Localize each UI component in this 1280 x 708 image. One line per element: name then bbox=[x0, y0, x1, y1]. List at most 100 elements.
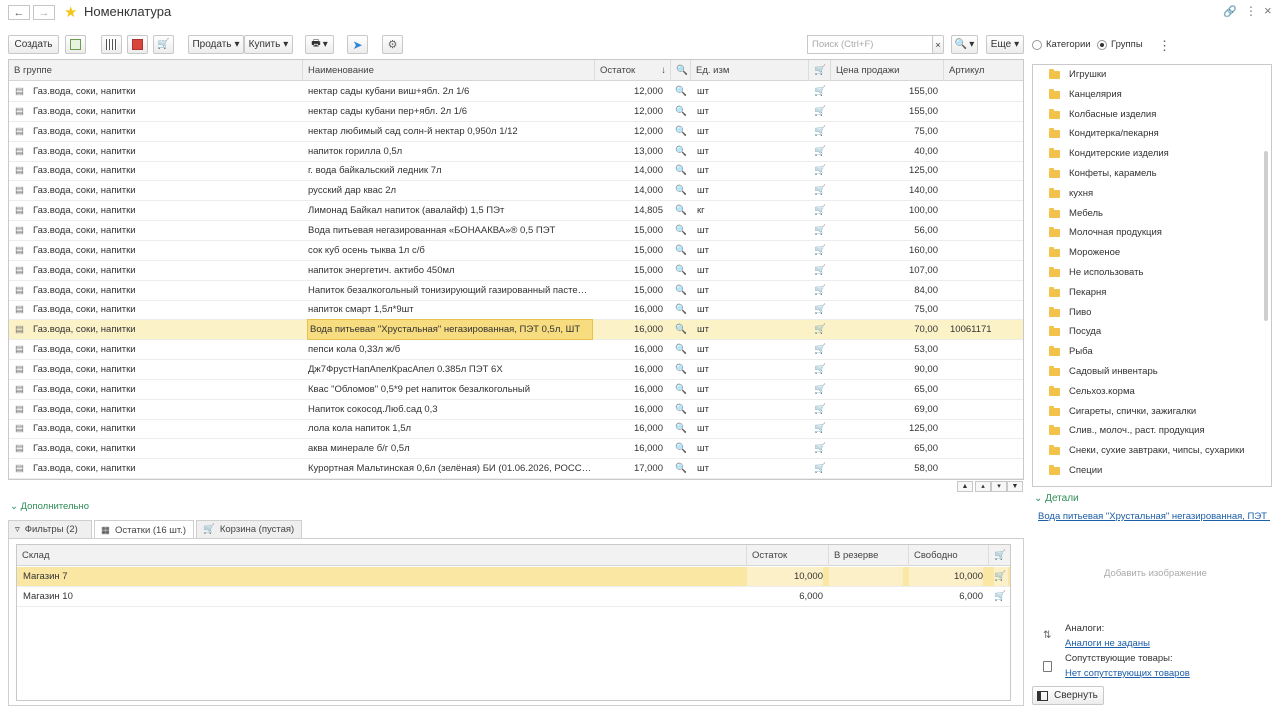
cart-icon[interactable]: 🛒 bbox=[814, 261, 828, 280]
column-header-unit[interactable]: Ед. изм bbox=[691, 60, 809, 81]
cart-icon[interactable]: 🛒 bbox=[814, 122, 828, 141]
tree-item[interactable]: Рыба bbox=[1033, 342, 1265, 362]
column-header-free[interactable]: Свободно bbox=[909, 545, 989, 566]
forward-button[interactable]: → bbox=[33, 5, 55, 20]
tree-item[interactable]: Конфеты, карамель bbox=[1033, 164, 1265, 184]
tree-item[interactable]: Посуда bbox=[1033, 322, 1265, 342]
cart-icon[interactable]: 🛒 bbox=[814, 459, 828, 478]
search-icon[interactable]: 🔍 bbox=[675, 380, 687, 399]
cart-icon[interactable]: 🛒 bbox=[814, 161, 828, 180]
search-icon[interactable]: 🔍 bbox=[675, 181, 687, 200]
table-row[interactable]: ▤ Газ.вода, соки, напитки нектар сады куба… bbox=[9, 82, 1023, 102]
categories-radio[interactable] bbox=[1032, 40, 1042, 50]
cart-icon[interactable]: 🛒 bbox=[814, 400, 828, 419]
column-header-article[interactable]: Артикул bbox=[944, 60, 1023, 81]
cart-icon[interactable]: 🛒 bbox=[814, 439, 828, 458]
search-icon[interactable]: 🔍 bbox=[675, 320, 687, 339]
column-header-cart[interactable]: 🛒 bbox=[989, 545, 1010, 566]
search-icon[interactable]: 🔍 bbox=[675, 281, 687, 300]
scroll-top-button[interactable]: ▲ bbox=[957, 481, 973, 492]
table-row[interactable]: ▤ Газ.вода, соки, напитки Вода питьевая не… bbox=[9, 221, 1023, 241]
tree-item[interactable]: Колбасные изделия bbox=[1033, 105, 1265, 125]
search-icon[interactable]: 🔍 bbox=[675, 122, 687, 141]
tree-item[interactable]: Слив., молоч., раст. продукция bbox=[1033, 421, 1265, 441]
column-header-stock[interactable]: Остаток bbox=[747, 545, 829, 566]
link-icon[interactable]: 🔗 bbox=[1223, 5, 1237, 18]
more-vert-icon[interactable]: ⋮ bbox=[1158, 38, 1171, 54]
cart-icon[interactable]: 🛒 bbox=[994, 587, 1008, 606]
search-icon[interactable]: 🔍 bbox=[675, 439, 687, 458]
tree-item[interactable]: Пиво bbox=[1033, 303, 1265, 323]
table-row[interactable]: ▤ Газ.вода, соки, напитки пепси кола 0,33л… bbox=[9, 340, 1023, 361]
details-section-toggle[interactable]: ⌄ Детали bbox=[1034, 493, 1079, 504]
table-row[interactable]: ▤ Газ.вода, соки, напитки сок куб осень ты… bbox=[9, 241, 1023, 261]
table-row[interactable]: ▤ Газ.вода, соки, напитки г. вода байкальс… bbox=[9, 161, 1023, 182]
cart-icon[interactable]: 🛒 bbox=[994, 567, 1008, 586]
table-row[interactable]: ▤ Газ.вода, соки, напитки напиток горилла … bbox=[9, 142, 1023, 162]
cart-icon[interactable]: 🛒 bbox=[814, 181, 828, 200]
tree-item[interactable]: Кондитерка/пекарня bbox=[1033, 124, 1265, 144]
table-row[interactable]: ▤ Газ.вода, соки, напитки напиток энергети… bbox=[9, 261, 1023, 281]
print-dropdown[interactable]: 🖶 ▾ bbox=[305, 35, 334, 54]
cart-icon[interactable]: 🛒 bbox=[814, 142, 828, 161]
search-icon[interactable]: 🔍 bbox=[675, 360, 687, 379]
tree-item[interactable]: Канцелярия bbox=[1033, 85, 1265, 105]
table-row[interactable]: ▤ Газ.вода, соки, напитки русский дар квас… bbox=[9, 181, 1023, 202]
cart-icon[interactable]: 🛒 bbox=[814, 221, 828, 240]
create-button[interactable]: Создать bbox=[8, 35, 59, 54]
tab-filters[interactable]: ▿ Фильтры (2) bbox=[8, 520, 92, 538]
tree-item[interactable]: Мебель bbox=[1033, 204, 1265, 224]
details-product-link[interactable]: Вода питьевая "Хрустальная" негазированн… bbox=[1038, 511, 1270, 522]
table-row[interactable]: ▤ Газ.вода, соки, напитки лола кола напито… bbox=[9, 419, 1023, 440]
tree-item[interactable]: Мороженое bbox=[1033, 243, 1265, 263]
search-button[interactable]: 🔍 ▾ bbox=[951, 35, 978, 54]
settings-button[interactable]: ⚙ bbox=[382, 35, 403, 54]
additional-section-toggle[interactable]: ⌄ Дополнительно bbox=[10, 501, 89, 512]
column-header-group[interactable]: В группе bbox=[9, 60, 303, 81]
analogs-link[interactable]: Аналоги не заданы bbox=[1065, 638, 1150, 649]
cart-icon[interactable]: 🛒 bbox=[814, 82, 828, 101]
search-icon[interactable]: 🔍 bbox=[675, 300, 687, 319]
close-icon[interactable]: × bbox=[1264, 3, 1272, 18]
stock-row[interactable]: Магазин 10 6,000 6,000 🛒 bbox=[17, 587, 1010, 607]
search-icon[interactable]: 🔍 bbox=[675, 419, 687, 438]
add-image-button[interactable]: Добавить изображение bbox=[1104, 568, 1207, 579]
groups-radio[interactable] bbox=[1097, 40, 1107, 50]
scroll-up-button[interactable]: ▴ bbox=[975, 481, 991, 492]
column-header-warehouse[interactable]: Склад bbox=[17, 545, 747, 566]
search-icon[interactable]: 🔍 bbox=[675, 142, 687, 161]
column-header-stock[interactable]: Остаток ↓ bbox=[595, 60, 671, 81]
table-row[interactable]: ▤ Газ.вода, соки, напитки напиток смарт 1,… bbox=[9, 300, 1023, 321]
search-icon[interactable]: 🔍 bbox=[675, 459, 687, 478]
column-header-cart[interactable]: 🛒 bbox=[809, 60, 831, 81]
more-dropdown[interactable]: Еще ▾ bbox=[986, 35, 1024, 54]
cart-icon[interactable]: 🛒 bbox=[814, 300, 828, 319]
tree-item[interactable]: Игрушки bbox=[1033, 65, 1265, 85]
clear-search-button[interactable]: × bbox=[932, 35, 944, 54]
search-icon[interactable]: 🔍 bbox=[675, 161, 687, 180]
favorite-star-icon[interactable]: ★ bbox=[64, 3, 77, 21]
search-icon[interactable]: 🔍 bbox=[675, 400, 687, 419]
cart-button[interactable]: 🛒 bbox=[153, 35, 174, 54]
table-row[interactable]: ▤ Газ.вода, соки, напитки Дж7ФрустНапАпелК… bbox=[9, 360, 1023, 380]
tree-item[interactable]: Сельхоз.корма bbox=[1033, 382, 1265, 402]
scroll-bottom-button[interactable]: ▼ bbox=[1007, 481, 1023, 492]
table-row[interactable]: ▤ Газ.вода, соки, напитки Лимонад Байкал н… bbox=[9, 201, 1023, 222]
report-button[interactable] bbox=[127, 35, 148, 54]
tree-item[interactable]: Специи bbox=[1033, 461, 1265, 481]
search-icon[interactable]: 🔍 bbox=[675, 102, 687, 121]
tab-cart[interactable]: 🛒 Корзина (пустая) bbox=[196, 520, 302, 538]
table-row[interactable]: ▤ Газ.вода, соки, напитки Напиток сокосод.… bbox=[9, 400, 1023, 420]
collapse-button[interactable]: Свернуть bbox=[1032, 686, 1104, 705]
table-row[interactable]: ▤ Газ.вода, соки, напитки Курортная Мальти… bbox=[9, 459, 1023, 479]
cart-icon[interactable]: 🛒 bbox=[814, 281, 828, 300]
tree-item[interactable]: Кондитерские изделия bbox=[1033, 144, 1265, 164]
buy-dropdown[interactable]: Купить ▾ bbox=[244, 35, 293, 54]
tab-stock[interactable]: ▦ Остатки (16 шт.) bbox=[94, 520, 194, 539]
scroll-down-button[interactable]: ▾ bbox=[991, 481, 1007, 492]
stock-row[interactable]: Магазин 7 10,000 10,000 🛒 bbox=[17, 567, 1010, 587]
search-icon[interactable]: 🔍 bbox=[675, 221, 687, 240]
table-row[interactable]: ▤ Газ.вода, соки, напитки Квас "Обломов" 0… bbox=[9, 380, 1023, 400]
column-header-name[interactable]: Наименование bbox=[303, 60, 595, 81]
search-icon[interactable]: 🔍 bbox=[675, 82, 687, 101]
